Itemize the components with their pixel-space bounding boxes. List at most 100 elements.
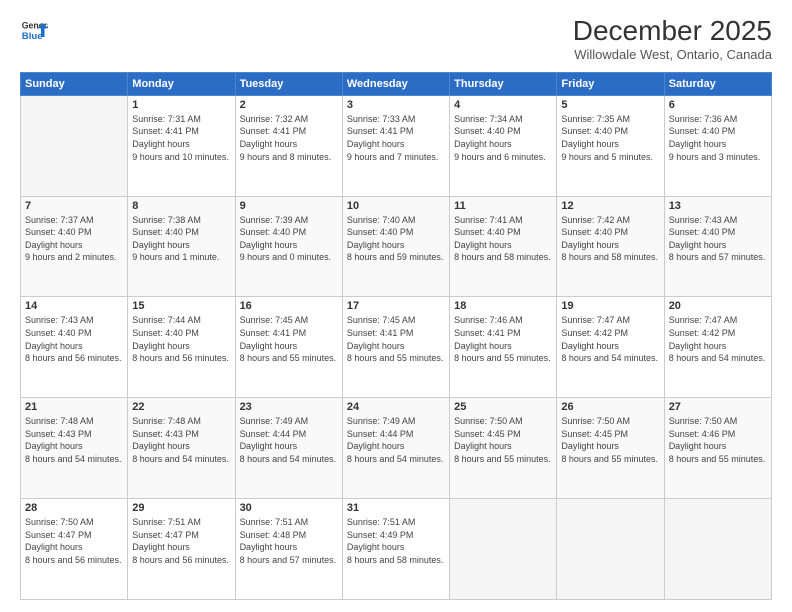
day-info: Sunrise: 7:35 AMSunset: 4:40 PMDaylight … [561,113,659,163]
col-saturday: Saturday [664,72,771,95]
day-number: 4 [454,99,552,111]
day-info: Sunrise: 7:50 AMSunset: 4:46 PMDaylight … [669,415,767,465]
day-number: 1 [132,99,230,111]
day-number: 18 [454,300,552,312]
day-info: Sunrise: 7:49 AMSunset: 4:44 PMDaylight … [347,415,445,465]
day-info: Sunrise: 7:33 AMSunset: 4:41 PMDaylight … [347,113,445,163]
day-info: Sunrise: 7:44 AMSunset: 4:40 PMDaylight … [132,314,230,364]
calendar-week-row: 14Sunrise: 7:43 AMSunset: 4:40 PMDayligh… [21,297,772,398]
day-number: 21 [25,401,123,413]
calendar-day-cell: 21 Sunrise: 7:48 AMSunset: 4:43 PMDayligh… [21,398,128,499]
page: General Blue December 2025 Willowdale We… [0,0,792,612]
day-number: 3 [347,99,445,111]
day-number: 30 [240,502,338,514]
day-info: Sunrise: 7:40 AMSunset: 4:40 PMDaylight … [347,214,445,264]
day-number: 31 [347,502,445,514]
day-info: Sunrise: 7:50 AMSunset: 4:45 PMDaylight … [454,415,552,465]
day-number: 29 [132,502,230,514]
day-number: 19 [561,300,659,312]
calendar-week-row: 1 Sunrise: 7:31 AMSunset: 4:41 PMDaylight… [21,95,772,196]
day-info: Sunrise: 7:34 AMSunset: 4:40 PMDaylight … [454,113,552,163]
day-info: Sunrise: 7:39 AMSunset: 4:40 PMDaylight … [240,214,338,264]
calendar-header-row: Sunday Monday Tuesday Wednesday Thursday… [21,72,772,95]
col-friday: Friday [557,72,664,95]
day-number: 9 [240,200,338,212]
calendar-day-cell: 10 Sunrise: 7:40 AMSunset: 4:40 PMDayligh… [342,196,449,297]
day-info: Sunrise: 7:50 AMSunset: 4:47 PMDaylight … [25,516,123,566]
logo: General Blue [20,16,48,44]
calendar-day-cell: 9 Sunrise: 7:39 AMSunset: 4:40 PMDaylight… [235,196,342,297]
day-info: Sunrise: 7:47 AMSunset: 4:42 PMDaylight … [561,314,659,364]
calendar-day-cell [664,499,771,600]
day-info: Sunrise: 7:42 AMSunset: 4:40 PMDaylight … [561,214,659,264]
calendar-week-row: 21 Sunrise: 7:48 AMSunset: 4:43 PMDayligh… [21,398,772,499]
day-number: 25 [454,401,552,413]
calendar-day-cell: 26 Sunrise: 7:50 AMSunset: 4:45 PMDayligh… [557,398,664,499]
calendar-day-cell: 25 Sunrise: 7:50 AMSunset: 4:45 PMDayligh… [450,398,557,499]
day-number: 8 [132,200,230,212]
calendar-day-cell [557,499,664,600]
calendar-week-row: 28 Sunrise: 7:50 AMSunset: 4:47 PMDayligh… [21,499,772,600]
col-wednesday: Wednesday [342,72,449,95]
day-info: Sunrise: 7:32 AMSunset: 4:41 PMDaylight … [240,113,338,163]
calendar-week-row: 7 Sunrise: 7:37 AMSunset: 4:40 PMDaylight… [21,196,772,297]
svg-text:Blue: Blue [22,31,43,42]
day-info: Sunrise: 7:50 AMSunset: 4:45 PMDaylight … [561,415,659,465]
main-title: December 2025 [573,16,772,47]
calendar-day-cell: 4 Sunrise: 7:34 AMSunset: 4:40 PMDaylight… [450,95,557,196]
day-number: 6 [669,99,767,111]
day-info: Sunrise: 7:36 AMSunset: 4:40 PMDaylight … [669,113,767,163]
logo-icon: General Blue [20,16,48,44]
calendar-day-cell: 19 Sunrise: 7:47 AMSunset: 4:42 PMDayligh… [557,297,664,398]
calendar-day-cell: 13Sunrise: 7:43 AMSunset: 4:40 PMDayligh… [664,196,771,297]
day-info: Sunrise: 7:47 AMSunset: 4:42 PMDaylight … [669,314,767,364]
day-number: 26 [561,401,659,413]
calendar-day-cell: 8Sunrise: 7:38 AMSunset: 4:40 PMDaylight… [128,196,235,297]
calendar-day-cell: 20 Sunrise: 7:47 AMSunset: 4:42 PMDayligh… [664,297,771,398]
calendar-table: Sunday Monday Tuesday Wednesday Thursday… [20,72,772,600]
day-number: 22 [132,401,230,413]
calendar-day-cell: 28 Sunrise: 7:50 AMSunset: 4:47 PMDayligh… [21,499,128,600]
calendar-day-cell: 23 Sunrise: 7:49 AMSunset: 4:44 PMDayligh… [235,398,342,499]
day-info: Sunrise: 7:46 AMSunset: 4:41 PMDaylight … [454,314,552,364]
title-block: December 2025 Willowdale West, Ontario, … [573,16,772,62]
day-info: Sunrise: 7:49 AMSunset: 4:44 PMDaylight … [240,415,338,465]
day-info: Sunrise: 7:41 AMSunset: 4:40 PMDaylight … [454,214,552,264]
day-number: 16 [240,300,338,312]
calendar-day-cell: 3 Sunrise: 7:33 AMSunset: 4:41 PMDaylight… [342,95,449,196]
day-number: 27 [669,401,767,413]
calendar-day-cell: 12Sunrise: 7:42 AMSunset: 4:40 PMDayligh… [557,196,664,297]
day-number: 7 [25,200,123,212]
calendar-day-cell: 24 Sunrise: 7:49 AMSunset: 4:44 PMDayligh… [342,398,449,499]
calendar-day-cell: 2 Sunrise: 7:32 AMSunset: 4:41 PMDaylight… [235,95,342,196]
day-number: 10 [347,200,445,212]
day-number: 28 [25,502,123,514]
col-tuesday: Tuesday [235,72,342,95]
calendar-day-cell [450,499,557,600]
day-info: Sunrise: 7:37 AMSunset: 4:40 PMDaylight … [25,214,123,264]
calendar-day-cell: 11Sunrise: 7:41 AMSunset: 4:40 PMDayligh… [450,196,557,297]
calendar-day-cell: 18 Sunrise: 7:46 AMSunset: 4:41 PMDayligh… [450,297,557,398]
calendar-day-cell: 15 Sunrise: 7:44 AMSunset: 4:40 PMDayligh… [128,297,235,398]
day-number: 5 [561,99,659,111]
calendar-day-cell: 14Sunrise: 7:43 AMSunset: 4:40 PMDayligh… [21,297,128,398]
day-info: Sunrise: 7:31 AMSunset: 4:41 PMDaylight … [132,113,230,163]
day-info: Sunrise: 7:48 AMSunset: 4:43 PMDaylight … [132,415,230,465]
day-number: 24 [347,401,445,413]
calendar-day-cell: 6 Sunrise: 7:36 AMSunset: 4:40 PMDaylight… [664,95,771,196]
calendar-day-cell: 1 Sunrise: 7:31 AMSunset: 4:41 PMDaylight… [128,95,235,196]
calendar-day-cell: 31Sunrise: 7:51 AMSunset: 4:49 PMDayligh… [342,499,449,600]
day-number: 23 [240,401,338,413]
day-info: Sunrise: 7:45 AMSunset: 4:41 PMDaylight … [240,314,338,364]
day-number: 2 [240,99,338,111]
calendar-day-cell [21,95,128,196]
day-number: 15 [132,300,230,312]
calendar-day-cell: 29Sunrise: 7:51 AMSunset: 4:47 PMDayligh… [128,499,235,600]
calendar-day-cell: 16 Sunrise: 7:45 AMSunset: 4:41 PMDayligh… [235,297,342,398]
calendar-day-cell: 22 Sunrise: 7:48 AMSunset: 4:43 PMDayligh… [128,398,235,499]
day-info: Sunrise: 7:48 AMSunset: 4:43 PMDaylight … [25,415,123,465]
day-info: Sunrise: 7:51 AMSunset: 4:48 PMDaylight … [240,516,338,566]
header: General Blue December 2025 Willowdale We… [20,16,772,62]
day-number: 13 [669,200,767,212]
day-number: 20 [669,300,767,312]
